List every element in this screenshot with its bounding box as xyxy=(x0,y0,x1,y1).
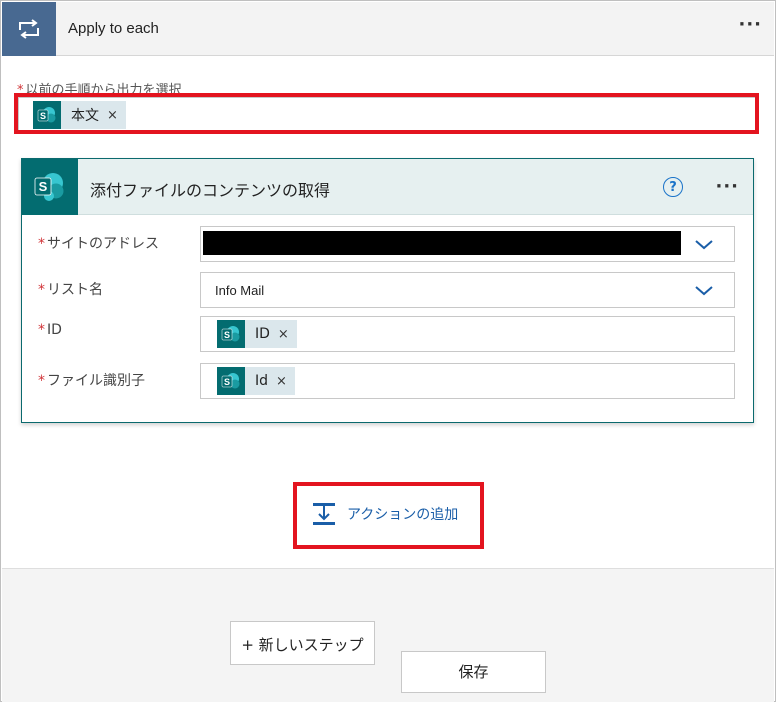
site-address-label-text: サイトのアドレス xyxy=(47,236,159,252)
required-mark: * xyxy=(38,373,45,389)
token-label: ID xyxy=(255,326,270,342)
highlight-box-select-output xyxy=(14,93,759,134)
help-icon[interactable]: ? xyxy=(663,177,683,197)
chevron-down-icon[interactable] xyxy=(694,235,714,253)
site-address-label: * サイトのアドレス xyxy=(38,233,159,253)
redacted-site-address xyxy=(203,231,681,255)
flow-editor: Apply to each ··· * 以前の手順から出力を選択 S 本文 × S… xyxy=(0,0,776,702)
loop-more-options-icon[interactable]: ··· xyxy=(738,14,762,35)
sharepoint-icon: S xyxy=(217,320,245,348)
required-mark: * xyxy=(38,282,45,298)
svg-text:S: S xyxy=(224,330,230,340)
token-label: Id xyxy=(255,373,269,389)
save-button[interactable]: 保存 xyxy=(401,651,546,693)
id-label-text: ID xyxy=(47,322,62,338)
card-more-options-icon[interactable]: ··· xyxy=(715,176,739,197)
file-identifier-label: * ファイル識別子 xyxy=(38,370,145,390)
get-attachment-content-card: S 添付ファイルのコンテンツの取得 ? ··· * サイトのアドレス * リスト名 … xyxy=(21,158,754,423)
list-name-value: Info Mail xyxy=(215,283,265,298)
required-mark: * xyxy=(38,322,45,338)
svg-text:S: S xyxy=(224,377,230,387)
apply-to-each-header[interactable]: Apply to each ··· xyxy=(2,2,774,56)
dynamic-content-token-id[interactable]: S ID × xyxy=(217,320,297,348)
card-title: 添付ファイルのコンテンツの取得 xyxy=(90,181,331,200)
loop-icon xyxy=(2,2,56,56)
remove-token-icon[interactable]: × xyxy=(276,374,287,389)
dynamic-content-token-file-id[interactable]: S Id × xyxy=(217,367,295,395)
sharepoint-icon: S xyxy=(217,367,245,395)
svg-text:S: S xyxy=(39,179,48,194)
card-header[interactable]: S 添付ファイルのコンテンツの取得 ? ··· xyxy=(22,159,753,215)
list-name-dropdown[interactable]: Info Mail xyxy=(200,272,735,308)
list-name-label-text: リスト名 xyxy=(47,282,103,298)
list-name-label: * リスト名 xyxy=(38,279,103,299)
remove-token-icon[interactable]: × xyxy=(278,327,289,342)
chevron-down-icon[interactable] xyxy=(694,281,714,299)
highlight-box-add-action xyxy=(293,482,484,549)
id-label: * ID xyxy=(38,322,62,338)
new-step-button[interactable]: + 新しいステップ xyxy=(230,621,375,665)
loop-title: Apply to each xyxy=(68,20,159,37)
file-identifier-label-text: ファイル識別子 xyxy=(47,373,145,389)
required-mark: * xyxy=(38,236,45,252)
site-address-dropdown[interactable] xyxy=(200,226,735,262)
sharepoint-icon: S xyxy=(22,159,78,215)
footer-band xyxy=(2,568,774,702)
